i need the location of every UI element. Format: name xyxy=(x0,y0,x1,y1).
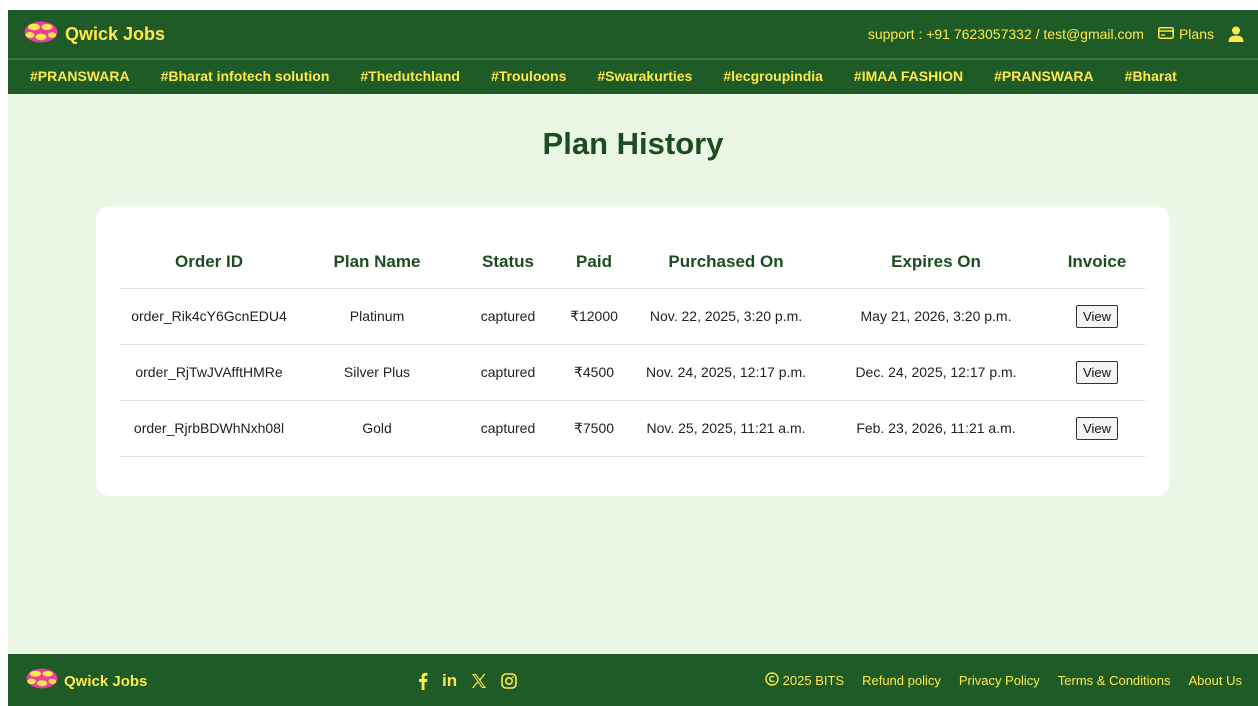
cell-plan-name: Silver Plus xyxy=(298,344,456,401)
tag-link[interactable]: #Swarakurties xyxy=(597,68,692,84)
linkedin-icon[interactable]: in xyxy=(442,671,457,691)
header-right: support : +91 7623057332 / test@gmail.co… xyxy=(868,24,1244,44)
cell-status: captured xyxy=(456,288,560,345)
cell-order-id: order_RjTwJVAfftHMRe xyxy=(120,344,298,401)
plan-history-card: Order ID Plan Name Status Paid Purchased… xyxy=(96,206,1170,496)
social-links: in xyxy=(418,670,517,692)
refund-policy-link[interactable]: Refund policy xyxy=(862,673,941,688)
header-order-id: Order ID xyxy=(120,236,298,289)
cell-invoice: View xyxy=(1048,344,1146,401)
cell-order-id: order_Rik4cY6GcnEDU4 xyxy=(120,288,298,345)
tag-link[interactable]: #Trouloons xyxy=(491,68,566,84)
card-icon xyxy=(1158,26,1174,42)
cell-expires-on: May 21, 2026, 3:20 p.m. xyxy=(824,288,1048,345)
copyright-icon xyxy=(764,672,779,689)
brand-link[interactable]: Qwick Jobs xyxy=(24,21,166,48)
cell-plan-name: Platinum xyxy=(298,288,456,345)
table-header-row: Order ID Plan Name Status Paid Purchased… xyxy=(120,236,1146,289)
cell-invoice: View xyxy=(1048,400,1146,457)
header-status: Status xyxy=(456,236,560,289)
plans-label: Plans xyxy=(1178,26,1214,42)
footer: Qwick Jobs in 2025 BITS Refund policy Pr… xyxy=(8,654,1258,706)
cell-paid: ₹7500 xyxy=(560,400,628,457)
tag-link[interactable]: #PRANSWARA xyxy=(30,68,130,84)
cell-purchased-on: Nov. 22, 2025, 3:20 p.m. xyxy=(628,288,824,345)
cell-expires-on: Dec. 24, 2025, 12:17 p.m. xyxy=(824,344,1048,401)
cell-expires-on: Feb. 23, 2026, 11:21 a.m. xyxy=(824,400,1048,457)
view-invoice-button[interactable]: View xyxy=(1076,304,1118,328)
logo-icon xyxy=(26,668,58,694)
user-icon[interactable] xyxy=(1228,26,1244,42)
brand-name: Qwick Jobs xyxy=(65,23,166,44)
tag-link[interactable]: #Thedutchland xyxy=(360,68,460,84)
instagram-icon[interactable] xyxy=(501,673,517,689)
cell-plan-name: Gold xyxy=(298,400,456,457)
cell-paid: ₹4500 xyxy=(560,344,628,401)
tag-link[interactable]: #IMAA FASHION xyxy=(854,68,963,84)
cell-status: captured xyxy=(456,400,560,457)
facebook-icon[interactable] xyxy=(418,672,428,690)
view-invoice-button[interactable]: View xyxy=(1076,416,1118,440)
header-expires-on: Expires On xyxy=(824,236,1048,289)
table-row: order_RjrbBDWhNxh08l Gold captured ₹7500… xyxy=(120,400,1146,457)
cell-purchased-on: Nov. 24, 2025, 12:17 p.m. xyxy=(628,344,824,401)
tag-link[interactable]: #Bharat xyxy=(1125,68,1177,84)
page-title: Plan History xyxy=(542,126,724,161)
table-row: order_Rik4cY6GcnEDU4 Platinum captured ₹… xyxy=(120,288,1146,345)
footer-brand-name: Qwick Jobs xyxy=(64,672,148,690)
cell-status: captured xyxy=(456,344,560,401)
cell-purchased-on: Nov. 25, 2025, 11:21 a.m. xyxy=(628,400,824,457)
company-tag-strip: #PRANSWARA #Bharat infotech solution #Thed… xyxy=(8,58,1258,94)
cell-paid: ₹12000 xyxy=(560,288,628,345)
x-icon[interactable] xyxy=(471,673,487,689)
header-plan-name: Plan Name xyxy=(298,236,456,289)
app-frame: Qwick Jobs support : +91 7623057332 / te… xyxy=(8,10,1258,706)
view-invoice-button[interactable]: View xyxy=(1076,360,1118,384)
footer-links: 2025 BITS Refund policy Privacy Policy T… xyxy=(764,672,1242,689)
support-contact: support : +91 7623057332 / test@gmail.co… xyxy=(867,26,1144,42)
tag-link[interactable]: #PRANSWARA xyxy=(994,68,1094,84)
footer-brand-link[interactable]: Qwick Jobs xyxy=(26,668,148,694)
copyright: 2025 BITS xyxy=(764,672,845,689)
plans-link[interactable]: Plans xyxy=(1158,26,1214,42)
header-invoice: Invoice xyxy=(1048,236,1146,289)
privacy-policy-link[interactable]: Privacy Policy xyxy=(959,673,1040,688)
table-row: order_RjTwJVAfftHMRe Silver Plus capture… xyxy=(120,344,1146,401)
tag-link[interactable]: #Bharat infotech solution xyxy=(161,68,330,84)
cell-order-id: order_RjrbBDWhNxh08l xyxy=(120,400,298,457)
header-paid: Paid xyxy=(560,236,628,289)
plan-history-table: Order ID Plan Name Status Paid Purchased… xyxy=(120,236,1146,457)
about-us-link[interactable]: About Us xyxy=(1189,673,1242,688)
header-purchased-on: Purchased On xyxy=(628,236,824,289)
cell-invoice: View xyxy=(1048,288,1146,345)
tag-list: #PRANSWARA #Bharat infotech solution #Thed… xyxy=(30,68,1208,84)
copyright-text: 2025 BITS xyxy=(782,673,845,688)
tag-link[interactable]: #lecgroupindia xyxy=(723,68,823,84)
top-navbar: Qwick Jobs support : +91 7623057332 / te… xyxy=(8,10,1258,58)
terms-conditions-link[interactable]: Terms & Conditions xyxy=(1058,673,1171,688)
logo-icon xyxy=(24,21,58,48)
